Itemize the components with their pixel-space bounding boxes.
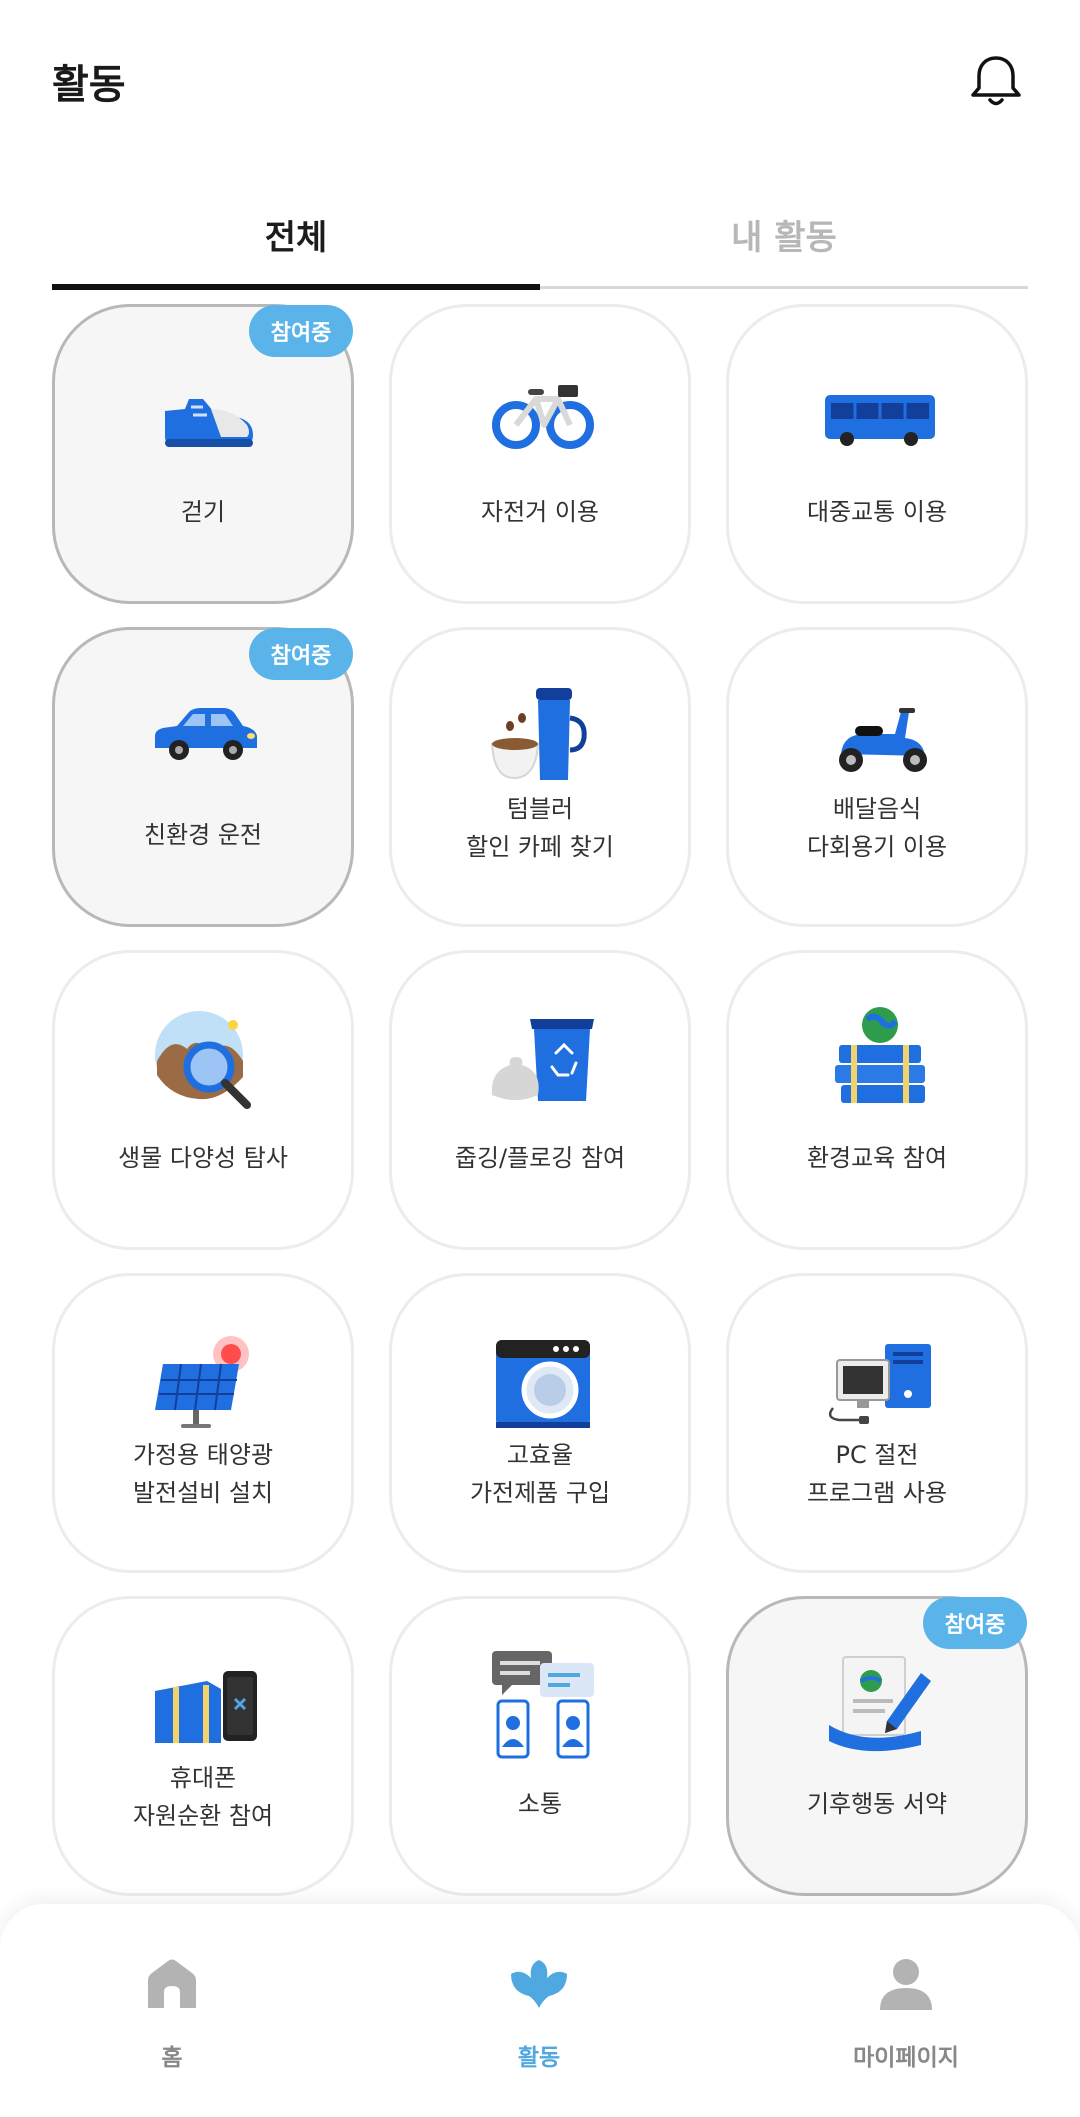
- participating-badge: 참여중: [249, 305, 353, 357]
- nav-mypage-label: 마이페이지: [853, 2045, 959, 2071]
- activity-card-biodiversity[interactable]: 생물 다양성 탐사: [52, 950, 354, 1250]
- activity-label: 휴대폰 자원순환 참여: [132, 1764, 274, 1830]
- activity-card-public-transit[interactable]: 대중교통 이용: [726, 304, 1028, 604]
- nav-home[interactable]: 홈: [62, 1904, 282, 2074]
- participating-badge: 참여중: [249, 628, 353, 680]
- bottom-navigation: 홈 활동 마이페이지: [0, 1904, 1080, 2117]
- activity-label: 가정용 태양광 발전설비 설치: [132, 1441, 274, 1507]
- header: 활동: [0, 0, 1080, 160]
- activity-card-communication[interactable]: 소통: [389, 1596, 691, 1896]
- activity-label: 친환경 운전: [143, 821, 263, 849]
- activity-card-walking[interactable]: 참여중 걷기: [52, 304, 354, 604]
- nav-activity[interactable]: 활동: [429, 1904, 649, 2074]
- activity-label: 고효율 가전제품 구입: [469, 1441, 611, 1507]
- activity-label: 자전거 이용: [480, 498, 600, 526]
- computer-icon: [825, 1328, 935, 1438]
- tab-active-indicator: [52, 284, 540, 290]
- bicycle-icon: [488, 359, 598, 469]
- recycle-bin-icon: [488, 1005, 598, 1115]
- magnifier-globe-icon: [151, 1005, 261, 1115]
- activity-card-pc-power-saving[interactable]: PC 절전 프로그램 사용: [726, 1273, 1028, 1573]
- activity-label: PC 절전 프로그램 사용: [806, 1441, 948, 1507]
- home-icon: [142, 1954, 202, 2014]
- activity-card-reusable-delivery[interactable]: 배달음식 다회용기 이용: [726, 627, 1028, 927]
- activity-label: 소통: [517, 1790, 563, 1818]
- car-icon: [151, 682, 261, 792]
- scooter-icon: [825, 682, 935, 792]
- app-screen: 활동 전체 내 활동 참여중 걷기 자전거 이용 대중교통 이용 참여중 친환경…: [0, 0, 1080, 2117]
- activity-card-tumbler[interactable]: 텀블러 할인 카페 찾기: [389, 627, 691, 927]
- activity-label: 기후행동 서약: [806, 1790, 948, 1818]
- washing-machine-icon: [488, 1328, 598, 1438]
- activity-card-efficient-appliances[interactable]: 고효율 가전제품 구입: [389, 1273, 691, 1573]
- tab-all[interactable]: 전체: [52, 190, 540, 294]
- nav-activity-label: 활동: [517, 2045, 561, 2071]
- activity-card-plogging[interactable]: 줍깅/플로깅 참여: [389, 950, 691, 1250]
- page-title: 활동: [52, 62, 126, 108]
- phone-box-icon: [151, 1651, 261, 1761]
- activity-label: 걷기: [180, 498, 226, 526]
- bus-icon: [825, 359, 935, 469]
- chat-users-icon: [488, 1651, 598, 1761]
- nav-mypage[interactable]: 마이페이지: [796, 1904, 1016, 2074]
- participating-badge: 참여중: [923, 1597, 1027, 1649]
- activity-label: 텀블러 할인 카페 찾기: [466, 795, 614, 861]
- activity-card-phone-recycling[interactable]: 휴대폰 자원순환 참여: [52, 1596, 354, 1896]
- nav-home-label: 홈: [161, 2045, 183, 2071]
- activity-label: 대중교통 이용: [806, 498, 948, 526]
- tab-my-activity[interactable]: 내 활동: [540, 190, 1028, 294]
- activity-label: 배달음식 다회용기 이용: [806, 795, 948, 861]
- activity-card-eco-driving[interactable]: 참여중 친환경 운전: [52, 627, 354, 927]
- activity-card-environmental-education[interactable]: 환경교육 참여: [726, 950, 1028, 1250]
- activity-label: 줍깅/플로깅 참여: [454, 1144, 626, 1172]
- bell-icon[interactable]: [966, 50, 1026, 110]
- activity-card-home-solar[interactable]: 가정용 태양광 발전설비 설치: [52, 1273, 354, 1573]
- solar-panel-icon: [151, 1328, 261, 1438]
- activity-card-climate-pledge[interactable]: 참여중 기후행동 서약: [726, 1596, 1028, 1896]
- person-icon: [876, 1954, 936, 2014]
- activity-label: 환경교육 참여: [806, 1144, 948, 1172]
- tab-bar: 전체 내 활동: [52, 190, 1028, 294]
- pledge-document-icon: [825, 1651, 935, 1761]
- books-globe-icon: [825, 1005, 935, 1115]
- tumbler-icon: [488, 682, 598, 792]
- activity-card-bicycle[interactable]: 자전거 이용: [389, 304, 691, 604]
- sneaker-icon: [151, 359, 261, 469]
- activity-leaf-icon: [509, 1954, 569, 2014]
- activity-label: 생물 다양성 탐사: [118, 1144, 288, 1172]
